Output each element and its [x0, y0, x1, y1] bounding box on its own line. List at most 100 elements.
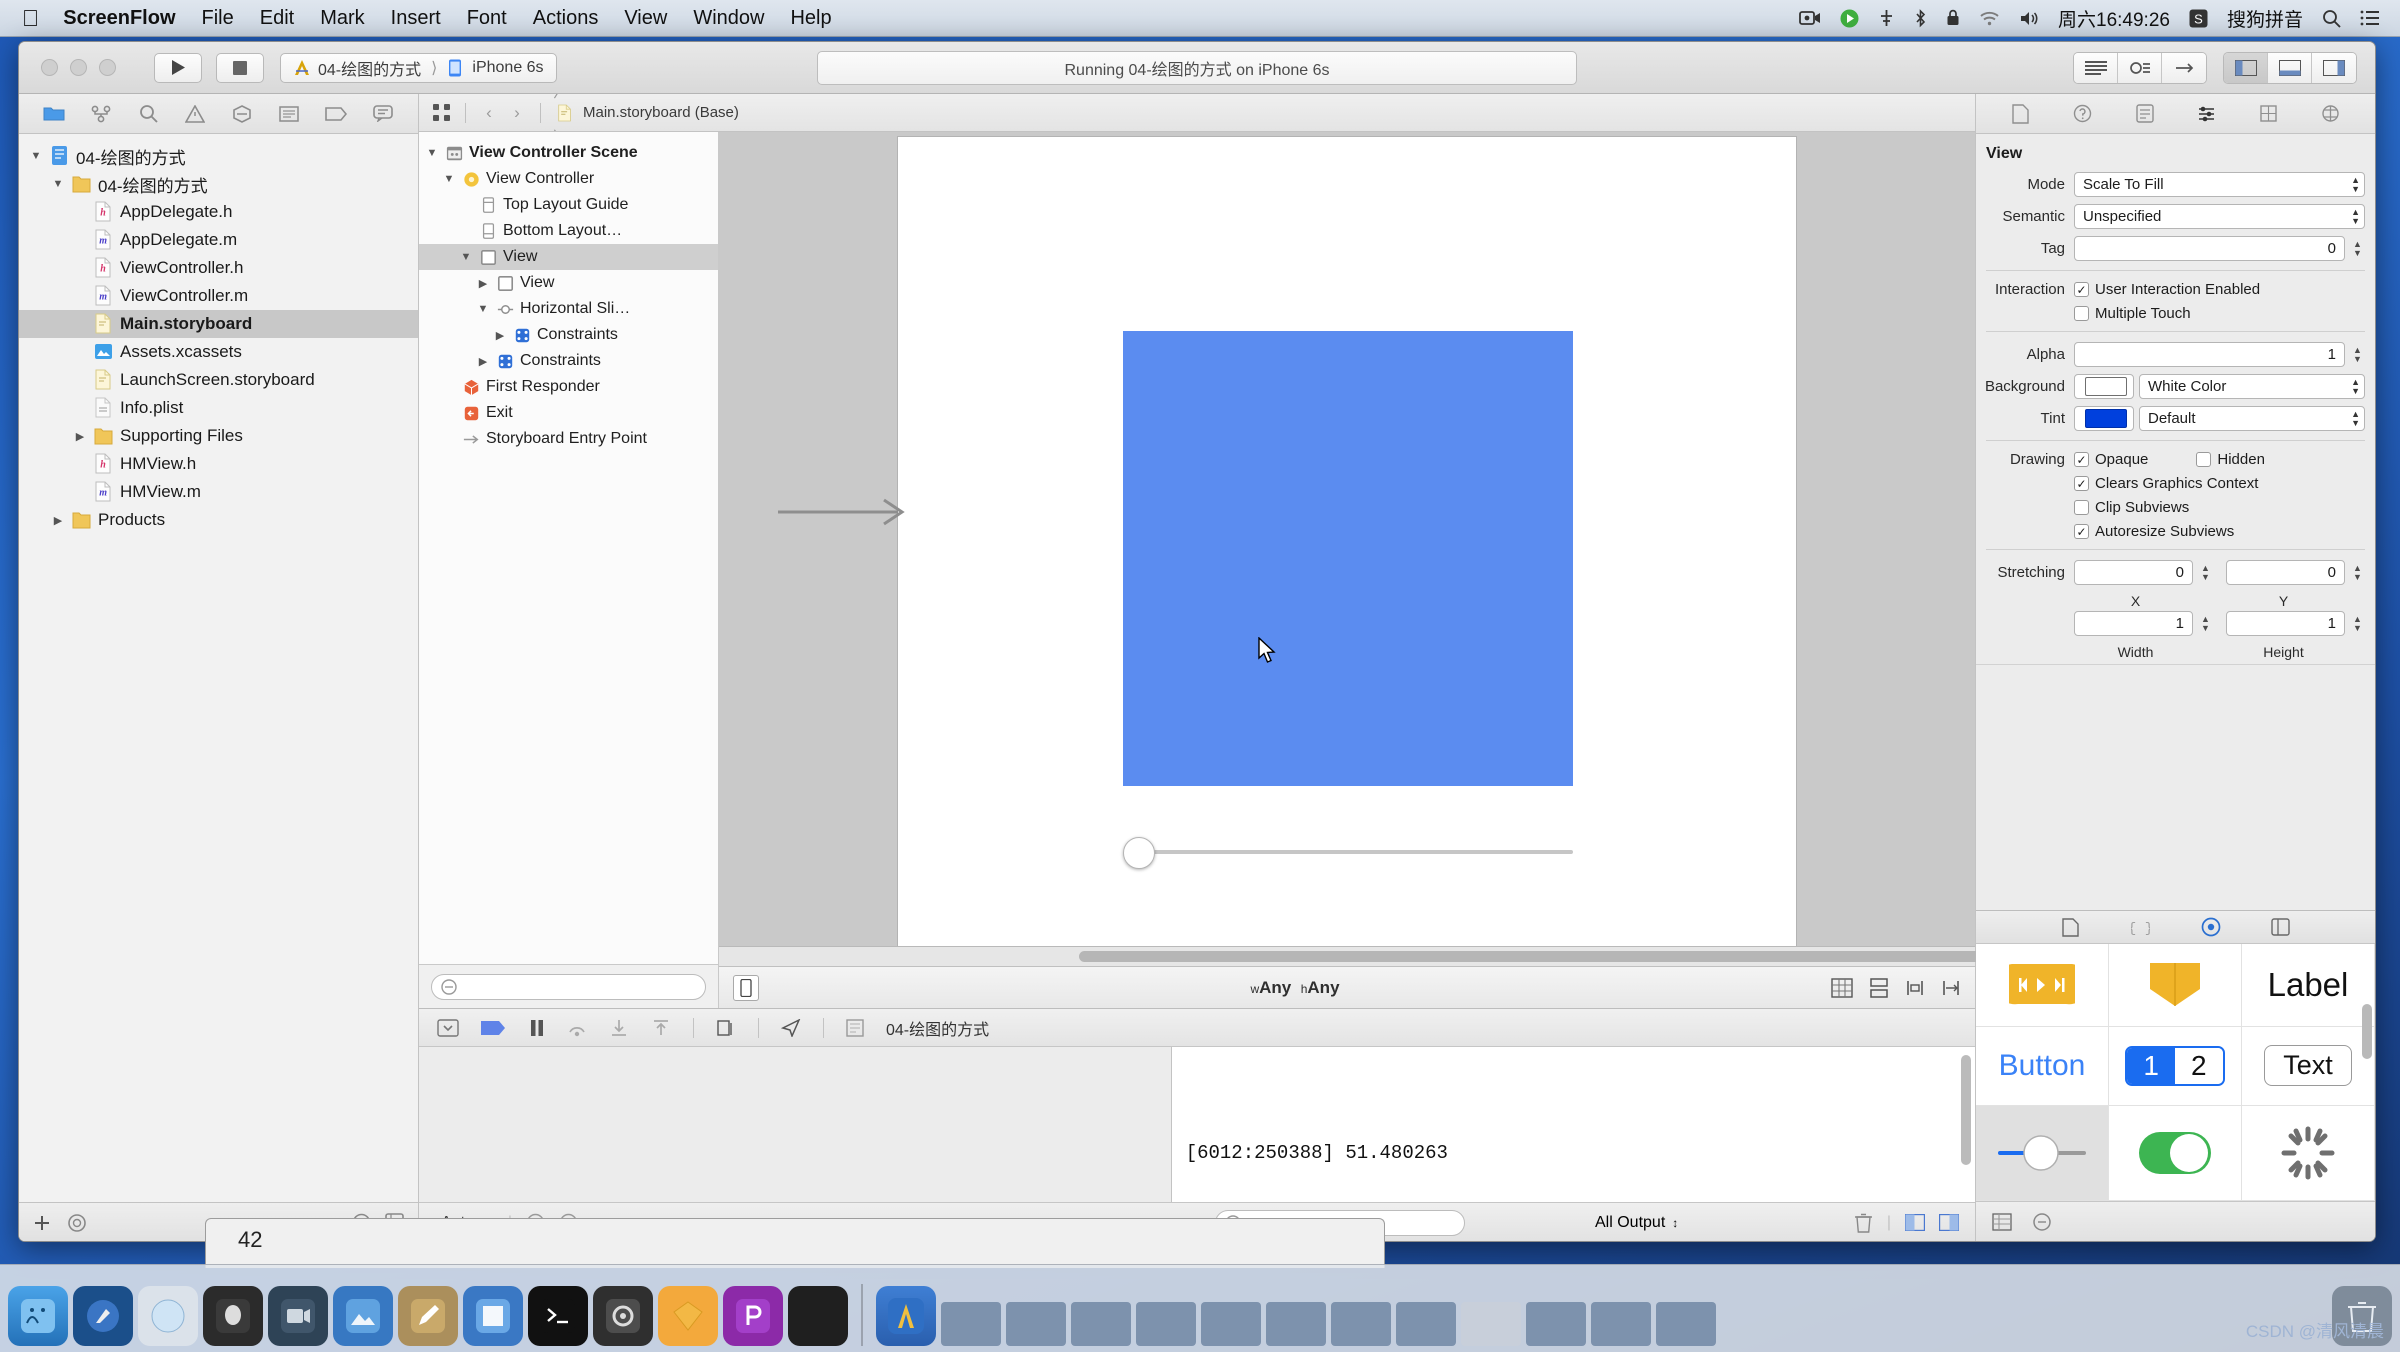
dock-xcode-icon[interactable]: [876, 1286, 936, 1346]
navigator-row[interactable]: LaunchScreen.storyboard: [19, 366, 418, 394]
library-scrollbar[interactable]: [2362, 1004, 2372, 1059]
test-icon[interactable]: [229, 102, 255, 126]
navigator-row[interactable]: Main.storyboard: [19, 310, 418, 338]
menu-item-actions[interactable]: Actions: [533, 7, 599, 30]
file-inspector-icon[interactable]: [2009, 103, 2033, 125]
chevron-left-icon[interactable]: ‹: [478, 103, 500, 123]
dock-window-thumb-3[interactable]: [1071, 1302, 1131, 1346]
movie-player-item[interactable]: [1976, 944, 2109, 1027]
outline-row[interactable]: ▼ View: [419, 244, 718, 270]
folder-icon[interactable]: [41, 102, 67, 126]
tag-stepper[interactable]: ▲ ▼: [2350, 236, 2365, 261]
background-color-select[interactable]: White Color ▲ ▼: [2139, 374, 2365, 399]
warning-icon[interactable]: [182, 102, 208, 126]
debug-toggle-icon[interactable]: [2268, 52, 2312, 83]
background-color-well[interactable]: [2074, 374, 2134, 399]
navigator-row[interactable]: ▼ 04-绘图的方式: [19, 142, 418, 170]
semantic-select[interactable]: Unspecified ▲ ▼: [2074, 204, 2365, 229]
storyboard-canvas[interactable]: [719, 132, 1975, 946]
file-template-library-icon[interactable]: [2059, 916, 2083, 938]
dock-window-thumb-11[interactable]: [1591, 1302, 1651, 1346]
menu-item-window[interactable]: Window: [693, 7, 764, 30]
opaque-checkbox[interactable]: ✓: [2074, 452, 2089, 467]
view-controller-canvas[interactable]: [778, 136, 1797, 946]
clears-graphics-checkbox[interactable]: ✓: [2074, 476, 2089, 491]
dock-window-thumb-10[interactable]: [1526, 1302, 1586, 1346]
chevron-right-icon[interactable]: ›: [506, 103, 528, 123]
view-hierarchy-icon[interactable]: [716, 1019, 736, 1037]
bluetooth-icon[interactable]: [1914, 8, 1927, 28]
show-console-icon[interactable]: [1939, 1214, 1959, 1231]
volume-icon[interactable]: [2019, 10, 2039, 27]
dock-mail-icon[interactable]: [203, 1286, 263, 1346]
twisty-right-icon[interactable]: ▶: [476, 277, 490, 290]
identity-inspector-icon[interactable]: [2133, 103, 2157, 125]
twisty-right-icon[interactable]: ▶: [73, 430, 87, 443]
stretch-width-input[interactable]: 1: [2074, 611, 2193, 636]
list-view-icon[interactable]: [1992, 1213, 2012, 1231]
tag-input[interactable]: 0: [2074, 236, 2345, 261]
navigator-row[interactable]: h HMView.h: [19, 450, 418, 478]
scheme-selector[interactable]: 04-绘图的方式 ⟩ iPhone 6s: [280, 52, 557, 83]
dock-window-thumb-9[interactable]: [1461, 1302, 1521, 1346]
outline-filter-field[interactable]: [431, 973, 706, 1000]
dock-window-thumb-2[interactable]: [1006, 1302, 1066, 1346]
horizontal-slider[interactable]: [1123, 837, 1573, 869]
breakpoints-icon[interactable]: [481, 1020, 507, 1036]
location-icon[interactable]: [781, 1018, 801, 1037]
navigator-toggle-icon[interactable]: [2224, 52, 2268, 83]
related-files-icon[interactable]: [429, 102, 453, 124]
console-output[interactable]: [6012:250388] 51.480263 2015-12-05 16:48…: [1171, 1047, 1975, 1202]
menu-item-view[interactable]: View: [624, 7, 667, 30]
twisty-right-icon[interactable]: ▶: [493, 329, 507, 342]
twisty-right-icon[interactable]: ▶: [476, 355, 490, 368]
tint-color-select[interactable]: Default ▲ ▼: [2139, 406, 2365, 431]
outline-row[interactable]: Storyboard Entry Point: [419, 426, 718, 452]
button-item[interactable]: Button: [1976, 1026, 2109, 1107]
notification-center-icon[interactable]: [2360, 10, 2380, 26]
dock-window-thumb-1[interactable]: [941, 1302, 1001, 1346]
outline-row[interactable]: Exit: [419, 400, 718, 426]
outline-row[interactable]: ▶ Constraints: [419, 322, 718, 348]
label-item[interactable]: Label: [2242, 944, 2375, 1027]
stop-button[interactable]: [216, 52, 264, 83]
filter-icon[interactable]: [67, 1213, 87, 1233]
activity-indicator-item[interactable]: [2242, 1106, 2375, 1201]
dock-window-thumb-5[interactable]: [1201, 1302, 1261, 1346]
navigator-row[interactable]: ▶ Supporting Files: [19, 422, 418, 450]
stretch-y-input[interactable]: 0: [2226, 560, 2345, 585]
size-class-label[interactable]: wAny hAny: [759, 978, 1831, 998]
size-inspector-icon[interactable]: [2256, 103, 2280, 125]
dock-window-thumb-12[interactable]: [1656, 1302, 1716, 1346]
outline-row[interactable]: ▶ View: [419, 270, 718, 296]
slider-item[interactable]: [1976, 1106, 2109, 1201]
dock-screenflow-icon[interactable]: [268, 1286, 328, 1346]
search-icon[interactable]: [135, 102, 161, 126]
twisty-right-icon[interactable]: ▶: [51, 514, 65, 527]
dock-window-thumb-8[interactable]: [1396, 1302, 1456, 1346]
menu-item-screenflow[interactable]: ScreenFlow: [63, 7, 175, 30]
hidden-checkbox[interactable]: [2196, 452, 2212, 467]
menu-item-edit[interactable]: Edit: [260, 7, 294, 30]
size-class-icon[interactable]: [1831, 977, 1853, 998]
breadcrumb-item[interactable]: Main.storyboard (Base): [553, 102, 739, 124]
filter-icon[interactable]: [2032, 1212, 2052, 1232]
input-method-label[interactable]: 搜狗拼音: [2227, 5, 2303, 32]
apple-icon[interactable]: : [22, 6, 39, 30]
glkit-view-item[interactable]: [2109, 944, 2242, 1027]
user-interaction-checkbox[interactable]: ✓: [2074, 282, 2089, 297]
navigator-row[interactable]: m HMView.m: [19, 478, 418, 506]
menu-item-mark[interactable]: Mark: [320, 7, 364, 30]
outline-row[interactable]: ▼ Horizontal Sli…: [419, 296, 718, 322]
menu-item-file[interactable]: File: [202, 7, 234, 30]
search-icon[interactable]: [2322, 9, 2341, 28]
blue-subview[interactable]: [1123, 331, 1573, 786]
breakpoint-icon[interactable]: [323, 102, 349, 126]
run-button[interactable]: [154, 52, 202, 83]
plus-icon[interactable]: [33, 1214, 51, 1232]
lock-icon[interactable]: [1946, 9, 1960, 27]
stretch-y-stepper[interactable]: ▲ ▼: [2350, 560, 2365, 585]
source-control-icon[interactable]: [88, 102, 114, 126]
process-label[interactable]: 04-绘图的方式: [886, 1016, 989, 1040]
minimize-window-button[interactable]: [70, 59, 87, 76]
